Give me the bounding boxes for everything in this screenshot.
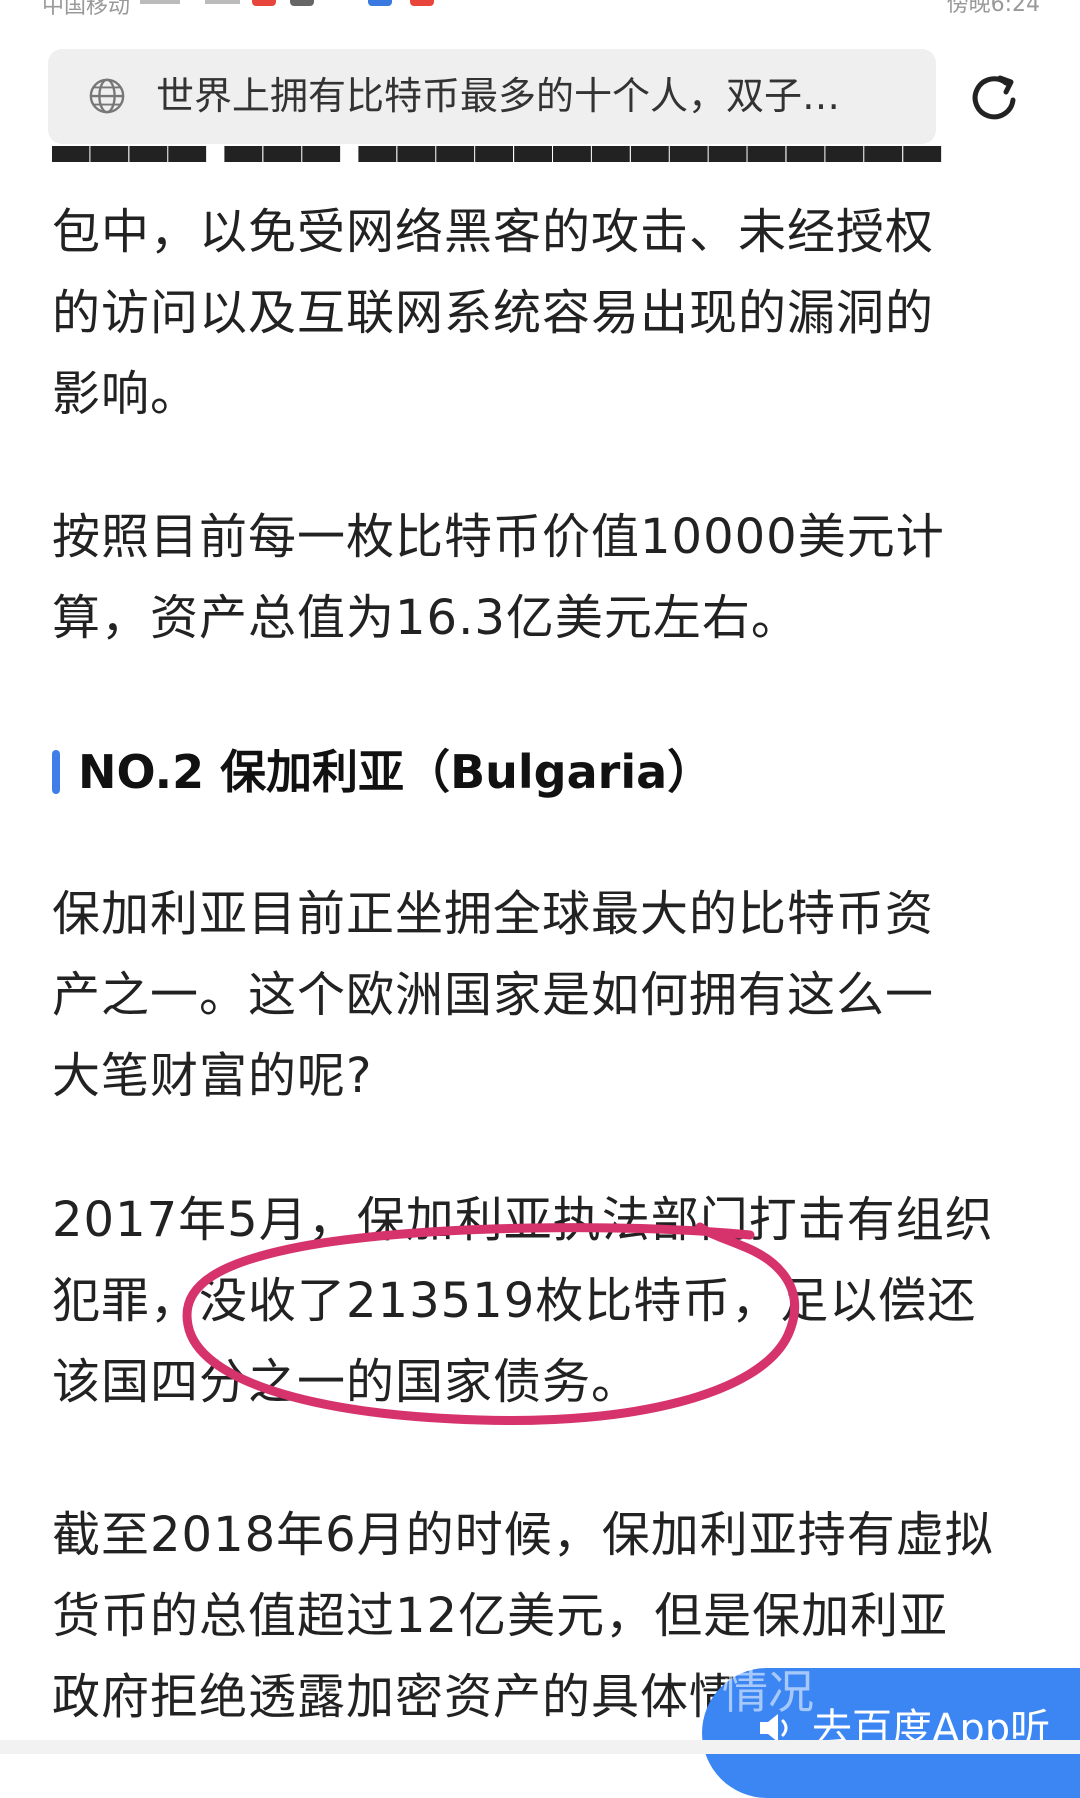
text-line: 大笔财富的呢? (52, 1048, 373, 1104)
text-line: 保加利亚目前正坐拥全球最大的比特币资 (52, 886, 935, 942)
paragraph-2: 按照目前每一枚比特币价值10000美元计 算，资产总值为16.3亿美元左右。 (52, 497, 1032, 659)
paragraph-1: 包中，以免受网络黑客的攻击、未经授权 的访问以及互联网系统容易出现的漏洞的 影响… (52, 192, 1032, 435)
text-line: 的访问以及互联网系统容易出现的漏洞的 (52, 285, 935, 341)
page-title: 世界上拥有比特币最多的十个人，双子… (156, 74, 841, 118)
bottom-nav-strip (0, 1740, 1080, 1754)
carrier-label: 中国移动 (42, 0, 131, 19)
text-line: 截至2018年6月的时候，保加利亚持有虚拟 (52, 1507, 994, 1563)
text-line: 犯罪，没收了213519枚比特币，足以偿还 (52, 1273, 977, 1329)
status-bar: 中国移动 傍晚6:24 (0, 0, 1080, 22)
address-bar[interactable]: 世界上拥有比特币最多的十个人，双子… (48, 49, 936, 144)
text-line: 该国四分之一的国家债务。 (52, 1354, 641, 1410)
refresh-icon[interactable] (966, 70, 1022, 126)
text-line: 算，资产总值为16.3亿美元左右。 (52, 590, 800, 646)
text-line: 影响。 (52, 366, 200, 422)
globe-icon (89, 78, 125, 114)
app-icon-2 (368, 0, 392, 6)
clock-label: 傍晚6:24 (946, 0, 1040, 17)
text-line: 按照目前每一枚比特币价值10000美元计 (52, 509, 945, 565)
heading-text: NO.2 保加利亚（Bulgaria） (78, 745, 714, 799)
text-line: 货币的总值超过12亿美元，但是保加利亚 (52, 1588, 949, 1644)
signal-icon (140, 0, 180, 4)
paragraph-3: 保加利亚目前正坐拥全球最大的比特币资 产之一。这个欧洲国家是如何拥有这么一 大笔… (52, 874, 1032, 1117)
heading-accent-bar (52, 750, 60, 794)
text-line: 产之一。这个欧洲国家是如何拥有这么一 (52, 967, 935, 1023)
signal-icon-2 (205, 0, 240, 4)
clipped-text-line: ▆▆▆▆ ▆▆▆ ▆▆▆▆▆▆▆▆▆▆▆▆▆▆▆ (52, 146, 1032, 168)
notification-badge-icon (252, 0, 276, 6)
text-line: 包中，以免受网络黑客的攻击、未经授权 (52, 204, 935, 260)
text-line: 2017年5月，保加利亚执法部门打击有组织 (52, 1192, 994, 1248)
paragraph-4: 2017年5月，保加利亚执法部门打击有组织 犯罪，没收了213519枚比特币，足… (52, 1180, 1032, 1423)
app-icon (290, 0, 314, 6)
app-icon-3 (410, 0, 434, 6)
listen-in-app-button[interactable]: 情况 去百度App听 (702, 1665, 1080, 1798)
